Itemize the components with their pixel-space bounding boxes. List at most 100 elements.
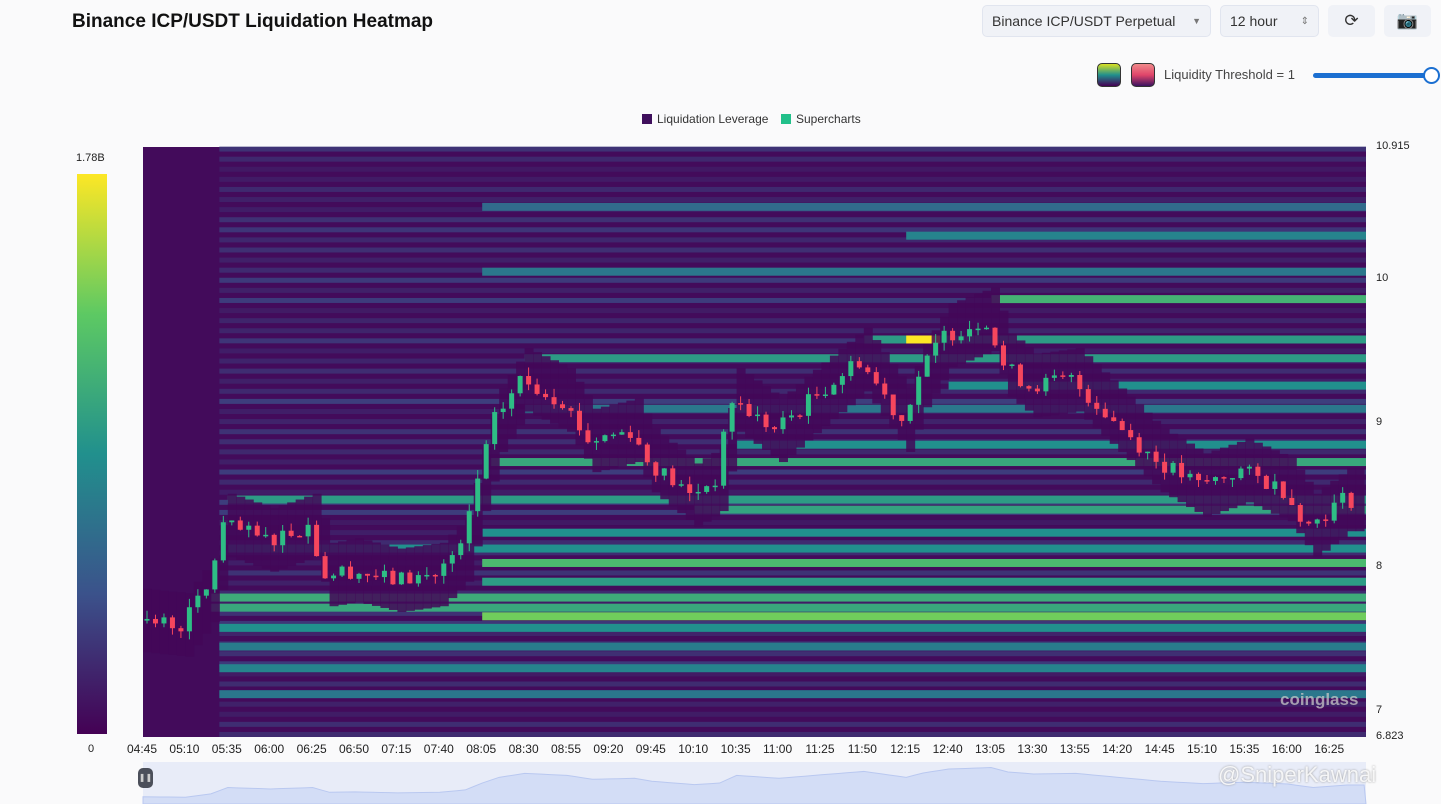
candle bbox=[288, 530, 294, 536]
y-tick-label: 10 bbox=[1376, 271, 1389, 284]
candle bbox=[992, 327, 998, 346]
heat-pocket bbox=[227, 493, 237, 558]
candle bbox=[882, 383, 888, 395]
candle bbox=[483, 444, 489, 479]
candle bbox=[1255, 466, 1261, 476]
candle bbox=[1246, 466, 1252, 469]
candle bbox=[576, 410, 582, 431]
heat-row bbox=[219, 318, 1366, 324]
candle bbox=[738, 403, 744, 405]
candle bbox=[856, 361, 862, 368]
x-tick-label: 06:00 bbox=[254, 742, 285, 756]
candle bbox=[500, 408, 506, 413]
candle bbox=[169, 617, 175, 629]
x-tick-label: 14:20 bbox=[1102, 742, 1133, 756]
liquidity-band bbox=[219, 642, 1366, 651]
candle bbox=[432, 574, 438, 577]
candle bbox=[144, 618, 150, 621]
candle bbox=[805, 394, 811, 416]
x-tick-label: 11:50 bbox=[847, 742, 877, 756]
y-tick-label: 10.915 bbox=[1376, 140, 1410, 152]
candle bbox=[390, 570, 396, 585]
heat-row bbox=[219, 217, 1366, 223]
heat-pocket bbox=[202, 570, 212, 634]
candle bbox=[229, 520, 235, 523]
liquidity-band bbox=[482, 528, 1366, 537]
candle bbox=[755, 414, 761, 417]
candle bbox=[712, 485, 718, 488]
candle bbox=[797, 415, 803, 417]
candle bbox=[1009, 364, 1015, 367]
heat-row bbox=[219, 186, 1366, 192]
x-tick-label: 09:20 bbox=[593, 742, 624, 756]
heat-pocket bbox=[1355, 467, 1365, 532]
heat-pocket bbox=[176, 592, 186, 656]
x-tick-label: 13:05 bbox=[975, 742, 1006, 756]
candle bbox=[551, 397, 557, 405]
candle bbox=[373, 575, 379, 578]
candle bbox=[602, 435, 608, 442]
heat-pocket bbox=[295, 499, 305, 563]
candle bbox=[839, 376, 845, 385]
heat-row bbox=[219, 368, 1366, 374]
liquidity-band bbox=[482, 202, 1366, 211]
x-tick-label: 06:25 bbox=[296, 742, 327, 756]
candle bbox=[670, 468, 676, 486]
heatmap-chart[interactable] bbox=[0, 0, 1441, 804]
heat-row bbox=[219, 277, 1366, 283]
x-tick-label: 12:15 bbox=[890, 742, 921, 756]
candle bbox=[627, 432, 633, 438]
heat-row bbox=[219, 520, 1366, 526]
candle bbox=[1085, 389, 1091, 403]
pause-button[interactable]: ❚❚ bbox=[138, 768, 153, 788]
x-tick-label: 07:15 bbox=[381, 742, 412, 756]
candle bbox=[517, 376, 523, 394]
candle bbox=[178, 628, 184, 632]
x-tick-label: 08:05 bbox=[466, 742, 497, 756]
x-tick-label: 16:00 bbox=[1271, 742, 1302, 756]
candle bbox=[254, 525, 260, 536]
candle bbox=[1128, 430, 1134, 438]
x-tick-label: 07:40 bbox=[423, 742, 454, 756]
candle bbox=[1136, 437, 1142, 453]
candle bbox=[568, 408, 574, 411]
candle bbox=[772, 427, 778, 430]
heat-row bbox=[219, 711, 1366, 717]
heat-pocket bbox=[541, 356, 551, 420]
candle bbox=[220, 522, 226, 561]
x-tick-label: 09:45 bbox=[635, 742, 666, 756]
candle bbox=[424, 574, 430, 577]
candle bbox=[1034, 388, 1040, 392]
heat-row bbox=[219, 540, 1366, 546]
heat-pocket bbox=[1024, 347, 1034, 411]
heat-row bbox=[219, 257, 1366, 263]
candle bbox=[314, 524, 320, 557]
x-tick-label: 15:35 bbox=[1229, 742, 1260, 756]
candle bbox=[780, 417, 786, 430]
candle bbox=[398, 572, 404, 585]
candle bbox=[195, 595, 201, 608]
candle bbox=[364, 573, 370, 576]
x-tick-label: 05:10 bbox=[169, 742, 200, 756]
candle bbox=[890, 394, 896, 416]
heat-pocket bbox=[1203, 453, 1212, 517]
x-tick-label: 04:45 bbox=[127, 742, 158, 756]
liquidity-band bbox=[219, 623, 1366, 632]
candle bbox=[415, 575, 421, 584]
heat-pocket bbox=[651, 428, 661, 493]
heat-pocket bbox=[499, 388, 509, 452]
heat-pocket bbox=[1143, 412, 1153, 477]
heat-pocket bbox=[1092, 364, 1102, 428]
candle bbox=[873, 372, 879, 384]
heat-row bbox=[219, 731, 1366, 737]
candle bbox=[1153, 451, 1159, 462]
candle bbox=[1263, 475, 1269, 489]
heat-pocket bbox=[1304, 481, 1314, 546]
candle bbox=[322, 556, 328, 579]
liquidity-band bbox=[482, 267, 1366, 276]
heat-pocket bbox=[363, 540, 373, 604]
candle bbox=[1340, 492, 1346, 503]
candle bbox=[1280, 481, 1286, 498]
heat-row bbox=[219, 651, 1366, 657]
heat-pocket bbox=[787, 391, 797, 455]
